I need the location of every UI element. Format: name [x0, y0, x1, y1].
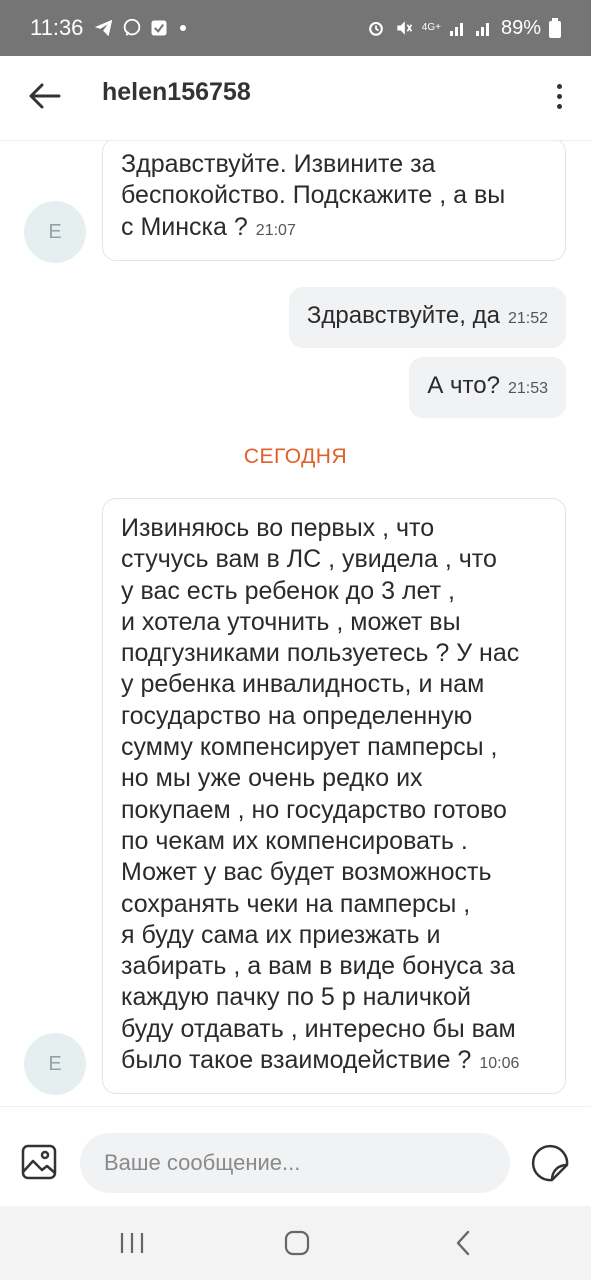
back-button[interactable] — [24, 76, 64, 116]
sticker-icon[interactable] — [530, 1143, 570, 1183]
message-time: 10:06 — [479, 1055, 520, 1073]
message-time: 21:52 — [507, 310, 548, 327]
attach-photo-button[interactable] — [20, 1143, 60, 1183]
telegram-icon — [95, 19, 113, 37]
message-time: 21:53 — [507, 380, 548, 397]
status-bar: 11:36 4G+ 89% — [0, 0, 591, 56]
status-right: 4G+ 89% — [366, 17, 561, 40]
message-text: Извиняюсь во первых , что стучусь вам в … — [121, 514, 520, 1075]
dot-icon — [180, 25, 187, 31]
incoming-message[interactable]: Извиняюсь во первых , что стучусь вам в … — [102, 498, 566, 1095]
message-text: Здравствуйте, да — [306, 302, 500, 329]
home-button[interactable] — [280, 1228, 314, 1258]
system-nav-bar — [0, 1206, 591, 1280]
signal-2-icon — [475, 23, 489, 36]
message-text: Здравствуйте. Извините за беспокойство. … — [121, 150, 506, 241]
alarm-icon — [368, 21, 383, 36]
avatar[interactable]: E — [24, 201, 86, 263]
status-time: 11:36 — [30, 15, 84, 40]
message-composer — [0, 1106, 591, 1207]
avatar[interactable]: E — [24, 1033, 86, 1095]
date-separator: СЕГОДНЯ — [243, 445, 348, 468]
check-box-icon — [151, 20, 167, 36]
chevron-left-icon[interactable] — [453, 1229, 473, 1257]
message-input[interactable] — [80, 1133, 510, 1193]
sticker-button[interactable] — [530, 1143, 572, 1185]
more-options-button[interactable] — [549, 76, 569, 116]
more-vertical-icon[interactable] — [556, 83, 562, 89]
signal-icon — [449, 23, 463, 36]
home-icon[interactable] — [283, 1229, 311, 1257]
image-icon[interactable] — [20, 1143, 58, 1181]
system-back-button[interactable] — [446, 1228, 480, 1258]
message-time: 21:07 — [255, 221, 296, 239]
mute-icon — [397, 21, 412, 35]
outgoing-message[interactable]: А что? 21:53 — [409, 357, 566, 418]
recent-apps-icon[interactable] — [118, 1231, 146, 1255]
viber-icon — [124, 18, 141, 36]
recent-apps-button[interactable] — [115, 1228, 149, 1258]
message-text: А что? — [427, 372, 500, 399]
battery-percent: 89% — [500, 16, 541, 39]
incoming-message[interactable]: Здравствуйте. Извините за беспокойство. … — [102, 141, 566, 261]
chat-title[interactable]: helen156758 — [102, 78, 251, 107]
battery-icon — [549, 18, 561, 38]
notification-icons — [93, 17, 191, 39]
chat-header: helen156758 — [0, 56, 591, 141]
network-type: 4G+ — [421, 22, 441, 33]
outgoing-message[interactable]: Здравствуйте, да 21:52 — [288, 287, 566, 348]
arrow-left-icon[interactable] — [27, 82, 61, 110]
message-list[interactable]: E Здравствуйте. Извините за беспокойство… — [0, 141, 591, 1106]
